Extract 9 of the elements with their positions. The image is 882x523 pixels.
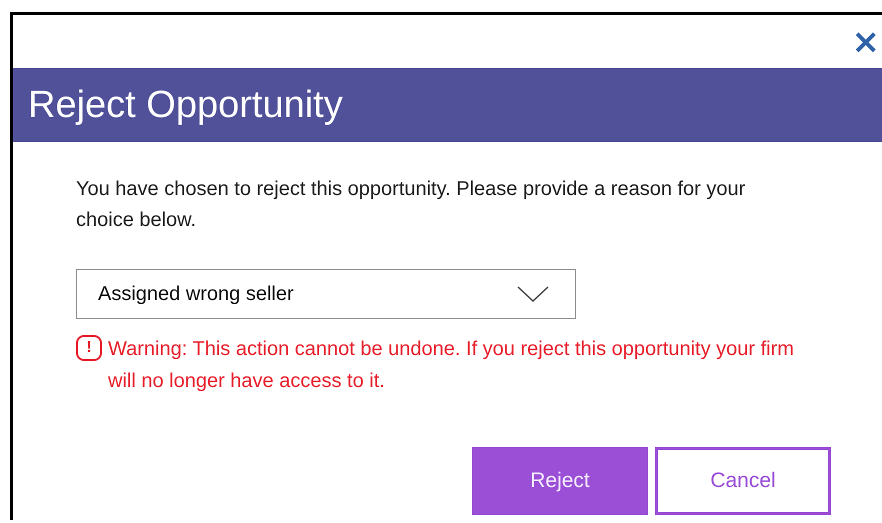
dialog-title: Reject Opportunity [28, 84, 343, 126]
cancel-button[interactable]: Cancel [655, 447, 831, 515]
warning-icon: ! [76, 335, 102, 361]
reason-dropdown[interactable]: Assigned wrong seller [76, 269, 576, 319]
dialog-message: You have chosen to reject this opportunity. Please provide a reason for your choice below. [76, 177, 746, 233]
warning-text: Warning: This action cannot be undone. If you reject this opportunity your firm will no longer have access to it. [108, 337, 795, 394]
reject-button[interactable]: Reject [472, 447, 648, 515]
close-button[interactable]: × [852, 24, 882, 58]
chevron-down-icon [517, 286, 549, 302]
